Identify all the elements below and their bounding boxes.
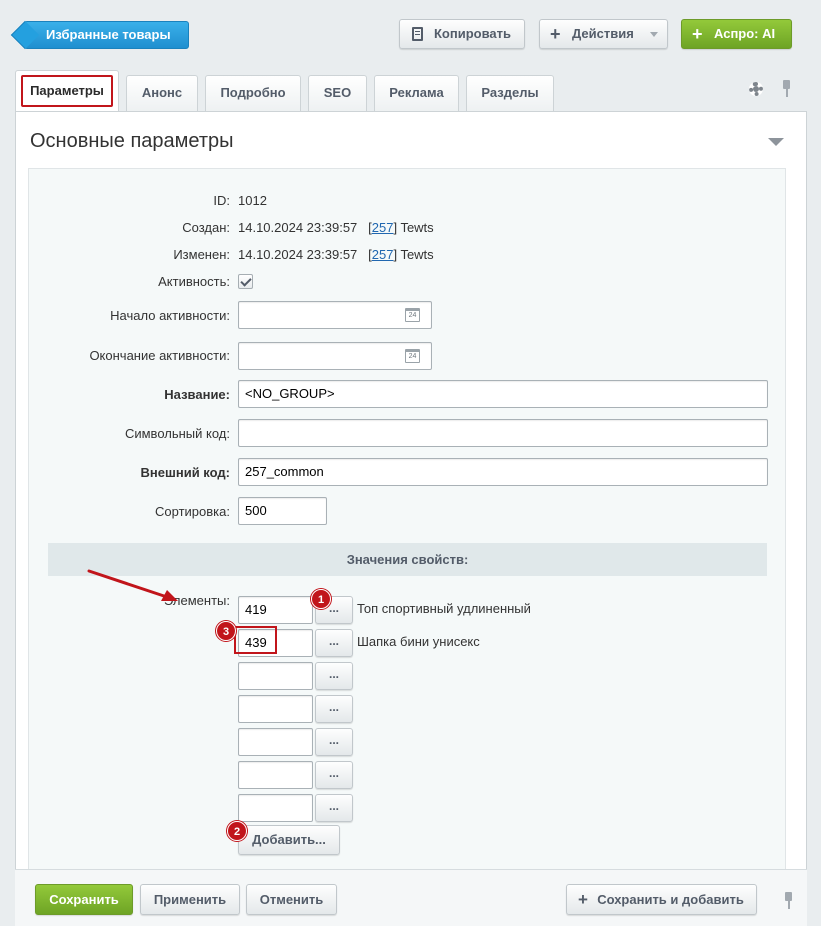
calendar-icon[interactable]: 24 bbox=[405, 349, 420, 363]
created-date: 14.10.2024 23:39:57 bbox=[238, 220, 358, 235]
created-label: Создан: bbox=[182, 220, 230, 235]
element-pick-button[interactable]: ... bbox=[315, 761, 353, 789]
highlight-box bbox=[234, 626, 277, 654]
pin-icon[interactable] bbox=[780, 80, 794, 100]
tab-detail[interactable]: Подробно bbox=[205, 75, 301, 111]
tab-advertising[interactable]: Реклама bbox=[374, 75, 459, 111]
tab-seo[interactable]: SEO bbox=[308, 75, 367, 111]
active-label: Активность: bbox=[158, 274, 230, 289]
external-code-input[interactable]: 257_common bbox=[238, 458, 768, 486]
active-checkbox[interactable] bbox=[238, 274, 253, 289]
element-input[interactable] bbox=[238, 794, 313, 822]
active-to-input[interactable] bbox=[238, 342, 432, 370]
chevron-down-icon bbox=[650, 32, 658, 37]
back-button-label: Избранные товары bbox=[46, 27, 171, 42]
element-name: Топ спортивный удлиненный bbox=[357, 601, 531, 616]
save-and-add-button[interactable]: + Сохранить и добавить bbox=[566, 884, 757, 915]
external-code-label: Внешний код: bbox=[140, 465, 230, 480]
actions-dropdown-button[interactable]: + Действия bbox=[539, 19, 668, 49]
active-to-label: Окончание активности: bbox=[89, 348, 230, 363]
main-panel: Основные параметры ID: 1012 Создан: 14.1… bbox=[15, 111, 807, 872]
form-area: ID: 1012 Создан: 14.10.2024 23:39:57 [25… bbox=[28, 168, 786, 872]
save-and-add-label: Сохранить и добавить bbox=[597, 892, 744, 907]
created-user-link[interactable]: 257 bbox=[372, 220, 394, 235]
annotation-badge: 3 bbox=[216, 621, 236, 641]
code-input[interactable] bbox=[238, 419, 768, 447]
plus-icon: + bbox=[578, 890, 588, 909]
created-user-name: Tewts bbox=[400, 220, 434, 235]
active-from-label: Начало активности: bbox=[110, 308, 230, 323]
modified-value: 14.10.2024 23:39:57 [257] Tewts bbox=[238, 247, 434, 262]
modified-date: 14.10.2024 23:39:57 bbox=[238, 247, 358, 262]
element-pick-button[interactable]: ... bbox=[315, 629, 353, 657]
sort-label: Сортировка: bbox=[155, 504, 230, 519]
tab-announcement[interactable]: Анонс bbox=[126, 75, 198, 111]
calendar-icon[interactable]: 24 bbox=[405, 308, 420, 322]
element-pick-button[interactable]: ... bbox=[315, 662, 353, 690]
actions-button-label: Действия bbox=[572, 26, 634, 41]
add-element-button[interactable]: Добавить... bbox=[238, 825, 340, 855]
code-label: Символьный код: bbox=[124, 426, 230, 441]
element-pick-button[interactable]: ... bbox=[315, 794, 353, 822]
id-value: 1012 bbox=[238, 193, 267, 208]
tab-sections[interactable]: Разделы bbox=[466, 75, 554, 111]
annotation-badge: 1 bbox=[311, 589, 331, 609]
collapse-icon[interactable] bbox=[768, 138, 784, 146]
modified-user-link[interactable]: 257 bbox=[372, 247, 394, 262]
tab-bar: Параметры Анонс Подробно SEO Реклама Раз… bbox=[0, 70, 821, 112]
top-toolbar: Избранные товары Копировать + Действия +… bbox=[0, 0, 821, 68]
element-pick-button[interactable]: ... bbox=[315, 728, 353, 756]
element-input[interactable] bbox=[238, 728, 313, 756]
plus-icon: + bbox=[692, 24, 703, 44]
cancel-button[interactable]: Отменить bbox=[246, 884, 337, 915]
gear-icon[interactable] bbox=[749, 82, 763, 96]
apply-button[interactable]: Применить bbox=[140, 884, 240, 915]
active-from-input[interactable] bbox=[238, 301, 432, 329]
tab-parameters[interactable]: Параметры bbox=[15, 70, 119, 112]
element-name: Шапка бини унисекс bbox=[357, 634, 480, 649]
annotation-arrow-icon bbox=[87, 569, 178, 601]
copy-button-label: Копировать bbox=[434, 26, 512, 41]
element-input[interactable] bbox=[238, 695, 313, 723]
name-label: Название: bbox=[164, 387, 230, 402]
back-to-list-button[interactable]: Избранные товары bbox=[24, 21, 189, 49]
tab-parameters-label: Параметры bbox=[21, 75, 113, 107]
save-button[interactable]: Сохранить bbox=[35, 884, 133, 915]
created-value: 14.10.2024 23:39:57 [257] Tewts bbox=[238, 220, 434, 235]
aspro-ai-button[interactable]: + Аспро: AI bbox=[681, 19, 792, 49]
element-input[interactable]: 419 bbox=[238, 596, 313, 624]
aspro-button-label: Аспро: AI bbox=[714, 26, 776, 41]
element-input[interactable] bbox=[238, 662, 313, 690]
bottom-action-bar: Сохранить Применить Отменить + Сохранить… bbox=[15, 869, 807, 926]
name-input[interactable]: <NO_GROUP> bbox=[238, 380, 768, 408]
element-pick-button[interactable]: ... bbox=[315, 695, 353, 723]
modified-label: Изменен: bbox=[173, 247, 230, 262]
copy-icon bbox=[412, 27, 423, 41]
id-label: ID: bbox=[213, 193, 230, 208]
element-input[interactable] bbox=[238, 761, 313, 789]
pin-icon[interactable] bbox=[782, 892, 796, 912]
modified-user-name: Tewts bbox=[400, 247, 434, 262]
section-title: Основные параметры bbox=[30, 130, 234, 152]
sort-input[interactable]: 500 bbox=[238, 497, 327, 525]
plus-icon: + bbox=[550, 24, 561, 44]
copy-button[interactable]: Копировать bbox=[399, 19, 525, 49]
annotation-badge: 2 bbox=[227, 821, 247, 841]
